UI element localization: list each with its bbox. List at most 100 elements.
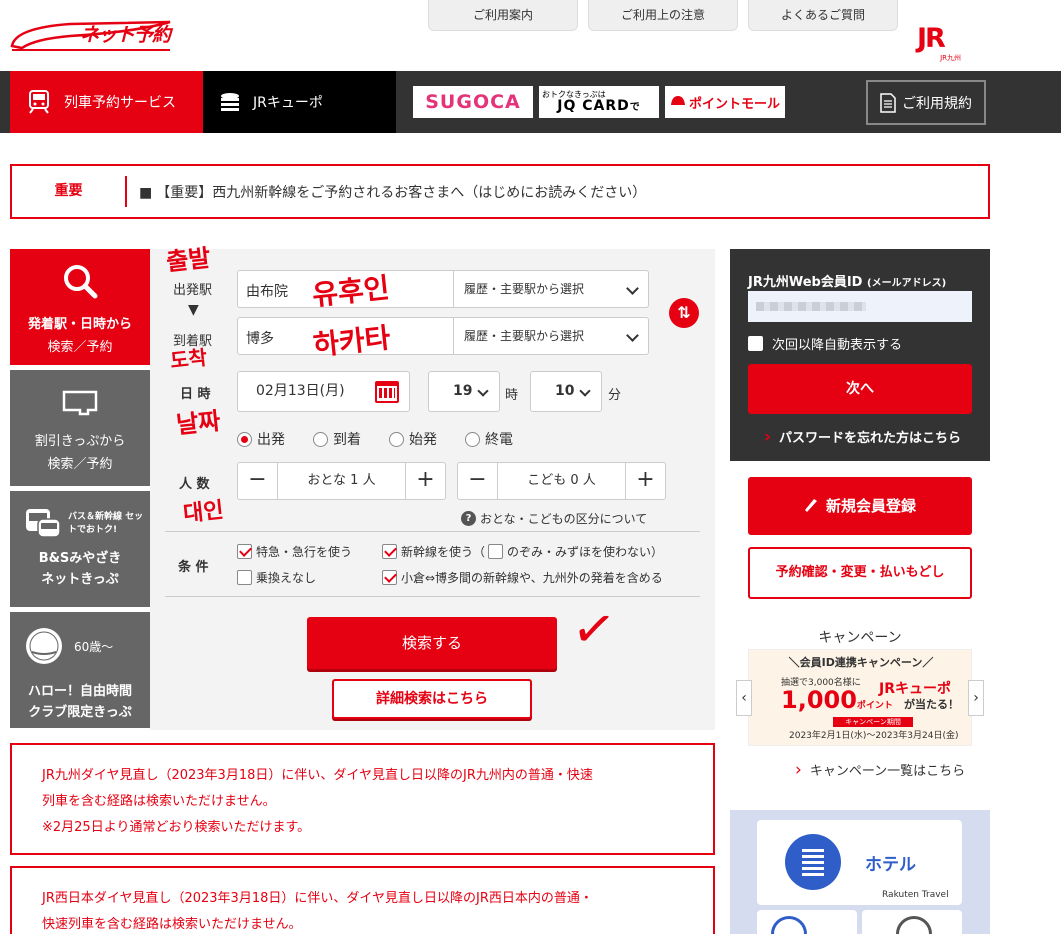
chevron-left-icon: ‹ bbox=[741, 690, 747, 706]
radio-departure[interactable]: 出発 bbox=[237, 429, 285, 449]
handwritten-checkmark: ✓ bbox=[568, 597, 620, 663]
important-link[interactable]: 【重要】西九州新幹線をご予約されるお客さまへ（はじめにお読みください） bbox=[127, 182, 646, 202]
sugoca-banner[interactable]: SUGOCA bbox=[413, 86, 533, 118]
limited-express-checkbox[interactable]: 特急・急行を使う bbox=[237, 543, 352, 560]
member-id-input[interactable] bbox=[748, 291, 972, 322]
kokura-hakata-checkbox[interactable]: 小倉⇔博多間の新幹線や、九州外の発着を含める bbox=[382, 569, 663, 586]
tab-3-title: B&Sみやざき bbox=[38, 551, 122, 566]
child-minus-button[interactable]: − bbox=[458, 463, 498, 499]
train-icon bbox=[29, 90, 49, 114]
swap-stations-button[interactable]: ⇅ bbox=[669, 298, 699, 328]
auto-display-check bbox=[748, 336, 763, 351]
hour-unit: 時 bbox=[505, 388, 519, 403]
jq-card-banner[interactable]: おトクなきっぷは JQ CARDで bbox=[539, 86, 659, 118]
adult-minus-button[interactable]: − bbox=[238, 463, 278, 499]
shinkansen-label: 新幹線を使う（ bbox=[401, 545, 486, 559]
travel-card-2-icon bbox=[771, 916, 807, 934]
radio-last-train[interactable]: 終電 bbox=[465, 429, 513, 449]
faq-link[interactable]: よくあるご質問 bbox=[748, 0, 898, 31]
masked-id bbox=[756, 302, 866, 311]
adult-plus-button[interactable]: + bbox=[405, 463, 445, 499]
hotel-link-card[interactable]: ホテル Rakuten Travel bbox=[757, 820, 962, 905]
no-transfer-checkbox[interactable]: 乗換えなし bbox=[237, 569, 316, 586]
conditions-label: 条 件 bbox=[178, 560, 209, 575]
nav-train-reservation[interactable]: 列車予約サービス bbox=[10, 71, 203, 133]
main-nav: 列車予約サービス JRキューポ SUGOCA おトクなきっぷは JQ CARDで… bbox=[0, 71, 1061, 133]
calendar-icon bbox=[375, 381, 399, 403]
from-station-field[interactable]: 由布院 履歴・主要駅から選択 bbox=[237, 270, 649, 308]
jr-logo-sub: JR九州 bbox=[940, 54, 961, 62]
logo-text: ネット予約 bbox=[80, 24, 171, 46]
reservation-confirm-button[interactable]: 予約確認・変更・払いもどし bbox=[748, 547, 972, 599]
to-station-value: 博多 bbox=[246, 331, 274, 347]
jr-logo-text: JR bbox=[917, 23, 946, 54]
important-label: 重要 bbox=[12, 176, 127, 207]
date-picker[interactable]: 02月13日(月) bbox=[237, 371, 410, 412]
travel-card-3[interactable] bbox=[862, 910, 962, 934]
pencil-icon bbox=[804, 499, 817, 512]
nav-jr-kyupo[interactable]: JRキューポ bbox=[203, 71, 396, 133]
new-member-register-button[interactable]: 新規会員登録 bbox=[748, 477, 972, 535]
tab-3-sub: ネットきっぷ bbox=[41, 572, 119, 587]
campaign-list-link[interactable]: キャンペーン一覧はこちら bbox=[795, 760, 965, 780]
bs-tag: バス＆新幹線 セットでおトク! bbox=[68, 512, 144, 535]
handwritten-departure-note: 출발 bbox=[164, 242, 212, 277]
auto-display-checkbox[interactable]: 次回以降自動表示する bbox=[748, 334, 902, 353]
usage-guide-link[interactable]: ご利用案内 bbox=[428, 0, 578, 31]
handwritten-hakata-note: 하카타 bbox=[311, 321, 392, 362]
login-title-sub: (メールアドレス) bbox=[867, 278, 947, 289]
shinkansen-checkbox[interactable]: 新幹線を使う（ bbox=[382, 543, 485, 560]
to-station-select[interactable]: 履歴・主要駅から選択 bbox=[453, 318, 649, 354]
tab-2-title: 割引きっぷから bbox=[34, 434, 126, 449]
from-station-value: 由布院 bbox=[246, 284, 288, 300]
campaign-prev-button[interactable]: ‹ bbox=[736, 680, 752, 716]
handwritten-yufuin-note: 유후인 bbox=[310, 271, 391, 312]
tab-1-title: 発着駅・日時から bbox=[27, 317, 132, 332]
from-station-select[interactable]: 履歴・主要駅から選択 bbox=[453, 271, 649, 307]
tab-discount-ticket-search[interactable]: 割引きっぷから 検索／予約 bbox=[10, 370, 150, 486]
minute-select[interactable]: 10 bbox=[530, 371, 602, 412]
forgot-password-link[interactable]: パスワードを忘れた方はこちら bbox=[764, 427, 961, 447]
no-nozomi-checkbox[interactable]: のぞみ・みずほを使わない） bbox=[488, 543, 663, 560]
notice-1-line-1: JR九州ダイヤ見直し（2023年3月18日）に伴い、ダイヤ見直し日以降のJR九州… bbox=[42, 768, 593, 783]
usage-notes-link[interactable]: ご利用上の注意 bbox=[588, 0, 738, 31]
notice-jr-kyushu: JR九州ダイヤ見直し（2023年3月18日）に伴い、ダイヤ見直し日以降のJR九州… bbox=[10, 743, 715, 855]
adult-stepper: − おとな 1 人 + bbox=[237, 462, 446, 500]
register-label: 新規会員登録 bbox=[825, 497, 916, 515]
tab-bs-miyazaki[interactable]: バス＆新幹線 セットでおトク! B&Sみやざき ネットきっぷ bbox=[10, 491, 150, 607]
age-category-help-link[interactable]: ? おとな・こどもの区分について bbox=[461, 510, 647, 527]
campaign-banner-brand: JRキューポ bbox=[879, 681, 951, 697]
radio-first-train[interactable]: 始発 bbox=[389, 429, 437, 449]
terms-button[interactable]: ご利用規約 bbox=[866, 80, 986, 125]
ticket-icon bbox=[62, 390, 98, 416]
notice-1-line-3: ※2月25日より通常どおり検索いただけます。 bbox=[42, 820, 311, 835]
radio-arrival[interactable]: 到着 bbox=[313, 429, 361, 449]
point-mall-icon bbox=[670, 94, 686, 110]
campaign-next-button[interactable]: › bbox=[968, 680, 984, 716]
detailed-search-button[interactable]: 詳細検索はこちら bbox=[332, 679, 532, 719]
hour-select[interactable]: 19 bbox=[428, 371, 500, 412]
rakuten-travel-logo: Rakuten Travel bbox=[882, 890, 949, 900]
tab-station-datetime-search[interactable]: 発着駅・日時から 検索／予約 bbox=[10, 249, 150, 365]
next-button[interactable]: 次へ bbox=[748, 364, 972, 414]
bus-train-icon bbox=[26, 509, 61, 538]
no-transfer-label: 乗換えなし bbox=[256, 571, 317, 585]
tab-1-sub: 検索／予約 bbox=[47, 340, 113, 355]
age-tag: 60歳～ bbox=[74, 639, 114, 654]
to-station-field[interactable]: 博多 履歴・主要駅から選択 bbox=[237, 317, 649, 355]
tab-4-sub: クラブ限定きっぷ bbox=[28, 705, 132, 720]
tab-hello-free-time[interactable]: 60歳～ ハロー！自由時間 クラブ限定きっぷ bbox=[10, 612, 150, 728]
child-plus-button[interactable]: + bbox=[625, 463, 665, 499]
search-button[interactable]: 検索する bbox=[307, 617, 557, 669]
limited-express-label: 特急・急行を使う bbox=[256, 545, 353, 559]
hotel-building-icon bbox=[785, 834, 841, 890]
travel-card-2[interactable] bbox=[757, 910, 857, 934]
jr-kyushu-logo[interactable]: JR JR九州 bbox=[917, 25, 967, 65]
travel-card-3-icon bbox=[896, 916, 932, 934]
net-yoyaku-logo[interactable]: ネット予約 bbox=[10, 18, 175, 54]
campaign-period-label: キャンペーン期間 bbox=[833, 717, 913, 727]
campaign-banner[interactable]: ＼会員ID連携キャンペーン／ 抽選で3,000名様に 1,000ポイント JRキ… bbox=[748, 649, 972, 746]
hour-value: 19 bbox=[453, 383, 473, 399]
tab-2-sub: 検索／予約 bbox=[47, 457, 113, 472]
point-mall-banner[interactable]: ポイントモール bbox=[665, 86, 785, 118]
